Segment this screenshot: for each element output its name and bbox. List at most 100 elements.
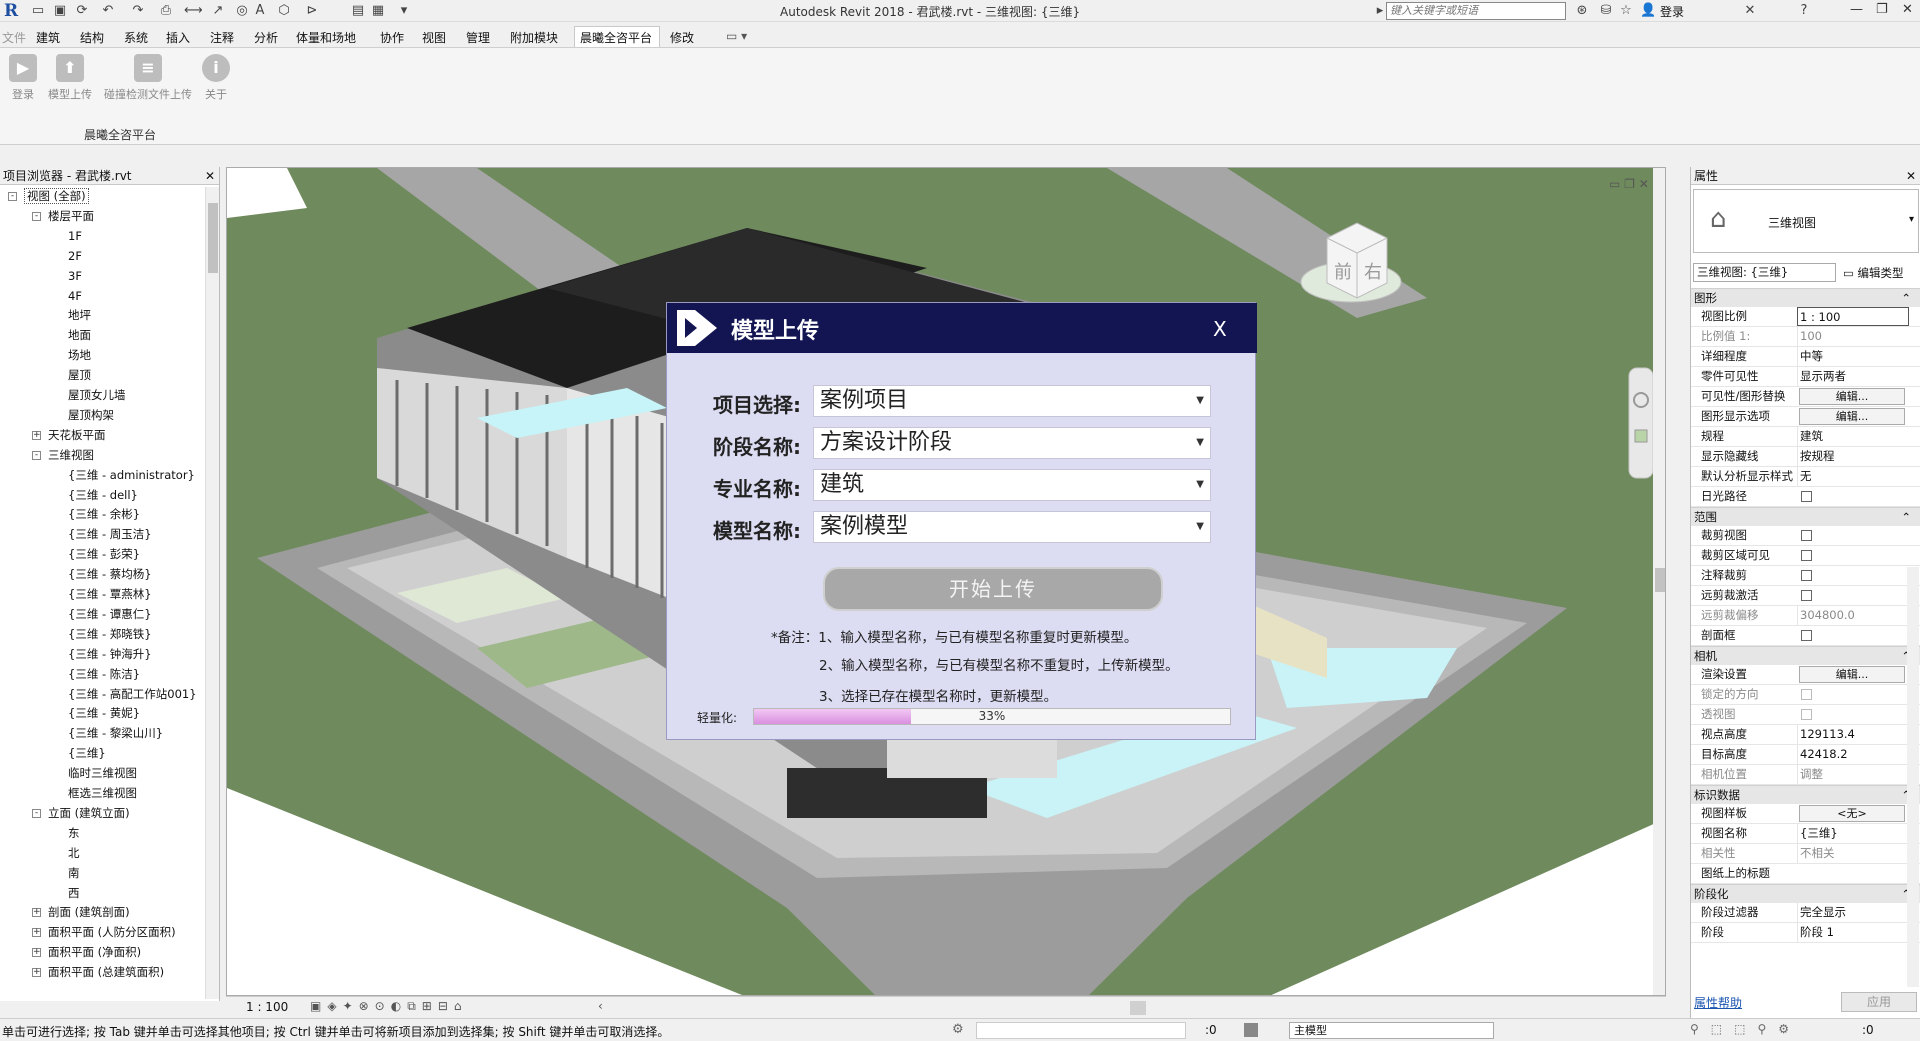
type-selector[interactable]: ⌂ 三维视图 ▾	[1693, 189, 1919, 253]
property-value[interactable]: {三维}	[1797, 824, 1909, 843]
close-icon[interactable]: ✕	[1902, 2, 1913, 17]
tab-structure[interactable]: 结构	[80, 29, 104, 46]
browser-view-item[interactable]: {三维 - 周玉洁}	[68, 525, 152, 544]
property-value[interactable]: 中等	[1797, 347, 1909, 366]
browser-view-item[interactable]: {三维 - 黄妮}	[68, 704, 140, 723]
tab-manage[interactable]: 管理	[466, 29, 490, 46]
browser-view-item[interactable]: {三维 - 高配工作站001}	[68, 685, 197, 704]
property-section[interactable]: 相机⌃	[1691, 646, 1920, 665]
open-icon[interactable]: ▭	[30, 3, 46, 19]
tab-insert[interactable]: 插入	[166, 29, 190, 46]
browser-view-item[interactable]: {三维 - 钟海升}	[68, 645, 152, 664]
browser-group-item[interactable]: + 面积平面 (总建筑面积)	[32, 963, 164, 982]
property-edit-button[interactable]: 编辑...	[1799, 666, 1905, 683]
property-edit-button[interactable]: 编辑...	[1799, 388, 1905, 405]
browser-view-item[interactable]: {三维 - 谭惠仁}	[68, 605, 152, 624]
star-icon[interactable]: ☆	[1618, 3, 1634, 19]
collapse-chevron-icon[interactable]: ⌃	[1901, 289, 1911, 307]
project-select[interactable]: 案例项目 ▼	[813, 385, 1211, 417]
browser-view-item[interactable]: {三维}	[68, 744, 106, 763]
scroll-left-icon[interactable]: ‹	[598, 999, 603, 1013]
tab-chenxi-platform[interactable]: 晨曦全咨平台	[580, 29, 652, 46]
collapse-icon[interactable]: -	[32, 808, 41, 818]
browser-group-item[interactable]: - 楼层平面	[32, 207, 94, 226]
browser-view-item[interactable]: 北	[68, 844, 80, 863]
ribbon-model-upload-button[interactable]: ⬆ 模型上传	[42, 54, 98, 102]
properties-scrollbar[interactable]	[1907, 567, 1919, 987]
view-control-icons[interactable]: ▣◈✦⊗⊙◐⧉⊞⊟⌂	[310, 999, 468, 1014]
browser-group-item[interactable]: - 视图 (全部)	[8, 187, 89, 206]
property-edit-button[interactable]: 编辑...	[1799, 408, 1905, 425]
property-checkbox[interactable]	[1801, 491, 1812, 502]
property-checkbox[interactable]	[1801, 590, 1812, 601]
close-icon[interactable]: ✕	[1906, 167, 1916, 185]
switch-windows-icon[interactable]: ▦	[370, 3, 386, 19]
ribbon-login-button[interactable]: ▶ 登录	[8, 54, 38, 102]
dialog-close-button[interactable]: X	[1213, 317, 1227, 341]
undo-icon[interactable]: ↶	[100, 3, 116, 19]
tag-icon[interactable]: ◎	[234, 3, 250, 19]
property-value[interactable]: 按规程	[1797, 447, 1909, 466]
minimize-icon[interactable]: —	[1850, 2, 1863, 17]
ribbon-clash-upload-button[interactable]: ≡ 碰撞检测文件上传	[100, 54, 196, 102]
browser-view-item[interactable]: 西	[68, 884, 80, 903]
help-icon[interactable]: ?	[1796, 3, 1812, 19]
browser-scrollbar[interactable]	[205, 187, 219, 999]
browser-view-item[interactable]: 框选三维视图	[68, 784, 137, 803]
browser-group-item[interactable]: - 立面 (建筑立面)	[32, 804, 130, 823]
phase-name-select[interactable]: 方案设计阶段 ▼	[813, 427, 1211, 459]
section-icon[interactable]: ⊳	[304, 3, 320, 19]
login-link[interactable]: 登录	[1660, 3, 1684, 20]
sync-icon[interactable]: ⟳	[74, 3, 90, 19]
tab-modify[interactable]: 修改	[670, 29, 694, 46]
properties-help-link[interactable]: 属性帮助	[1694, 994, 1742, 1011]
search-input[interactable]: 键入关键字或短语	[1386, 2, 1566, 20]
user-icon[interactable]: 👤	[1640, 3, 1656, 19]
save-icon[interactable]: ▣	[52, 3, 68, 19]
edit-type-button[interactable]: ▭ 编辑类型	[1843, 265, 1904, 281]
browser-view-item[interactable]: 1F	[68, 227, 82, 246]
tab-annotate[interactable]: 注释	[210, 29, 234, 46]
viewport-scroll-thumb[interactable]	[1655, 568, 1665, 592]
tab-view[interactable]: 视图	[422, 29, 446, 46]
browser-view-item[interactable]: 2F	[68, 247, 82, 266]
browser-view-item[interactable]: 南	[68, 864, 80, 883]
workset-select[interactable]	[976, 1022, 1186, 1039]
customize-icon[interactable]: ▾	[396, 3, 412, 19]
worksets-icon[interactable]: ⚙	[952, 1022, 964, 1037]
exchange-icon[interactable]: ✕	[1742, 3, 1758, 19]
tab-analyze[interactable]: 分析	[254, 29, 278, 46]
expand-icon[interactable]: +	[32, 430, 41, 440]
browser-view-item[interactable]: {三维 - 覃燕林}	[68, 585, 152, 604]
property-checkbox[interactable]	[1801, 530, 1812, 541]
browser-view-item[interactable]: 屋顶女儿墙	[68, 386, 126, 405]
tab-architecture[interactable]: 建筑	[36, 29, 60, 46]
instance-filter-select[interactable]: 三维视图: {三维}	[1693, 263, 1836, 282]
browser-view-item[interactable]: 屋顶	[68, 366, 91, 385]
property-section[interactable]: 图形 ⌃	[1691, 288, 1920, 307]
property-value[interactable]: 42418.2	[1797, 745, 1909, 764]
browser-view-item[interactable]: 屋顶构架	[68, 406, 114, 425]
browser-view-item[interactable]: 地面	[68, 326, 91, 345]
viewport-window-controls[interactable]: ▭ ❐ ✕	[1609, 177, 1649, 191]
browser-view-item[interactable]: 地坪	[68, 306, 91, 325]
browser-view-item[interactable]: 3F	[68, 267, 82, 286]
measure-icon[interactable]: ⟷	[184, 3, 203, 19]
horizontal-scroll-thumb[interactable]	[1130, 1001, 1146, 1015]
ribbon-about-button[interactable]: i 关于	[200, 54, 232, 102]
browser-view-item[interactable]: {三维 - 黎梁山川}	[68, 724, 163, 743]
selection-filter-icons[interactable]: ⚲⬚⬚⚲⚙	[1690, 1022, 1801, 1036]
browser-group-item[interactable]: + 面积平面 (净面积)	[32, 943, 141, 962]
browser-view-item[interactable]: 4F	[68, 287, 82, 306]
close-icon[interactable]: ✕	[205, 167, 215, 185]
property-value[interactable]: 阶段 1	[1797, 923, 1909, 942]
expand-icon[interactable]: +	[32, 928, 41, 938]
scroll-thumb[interactable]	[208, 203, 218, 273]
property-edit-button[interactable]: <无>	[1799, 805, 1905, 822]
model-name-select[interactable]: 案例模型 ▼	[813, 511, 1211, 543]
property-checkbox[interactable]	[1801, 630, 1812, 641]
property-value[interactable]: 129113.4	[1797, 725, 1909, 744]
collapse-icon[interactable]: -	[32, 450, 41, 460]
property-section[interactable]: 范围 ⌃	[1691, 507, 1920, 526]
browser-group-item[interactable]: + 剖面 (建筑剖面)	[32, 903, 130, 922]
